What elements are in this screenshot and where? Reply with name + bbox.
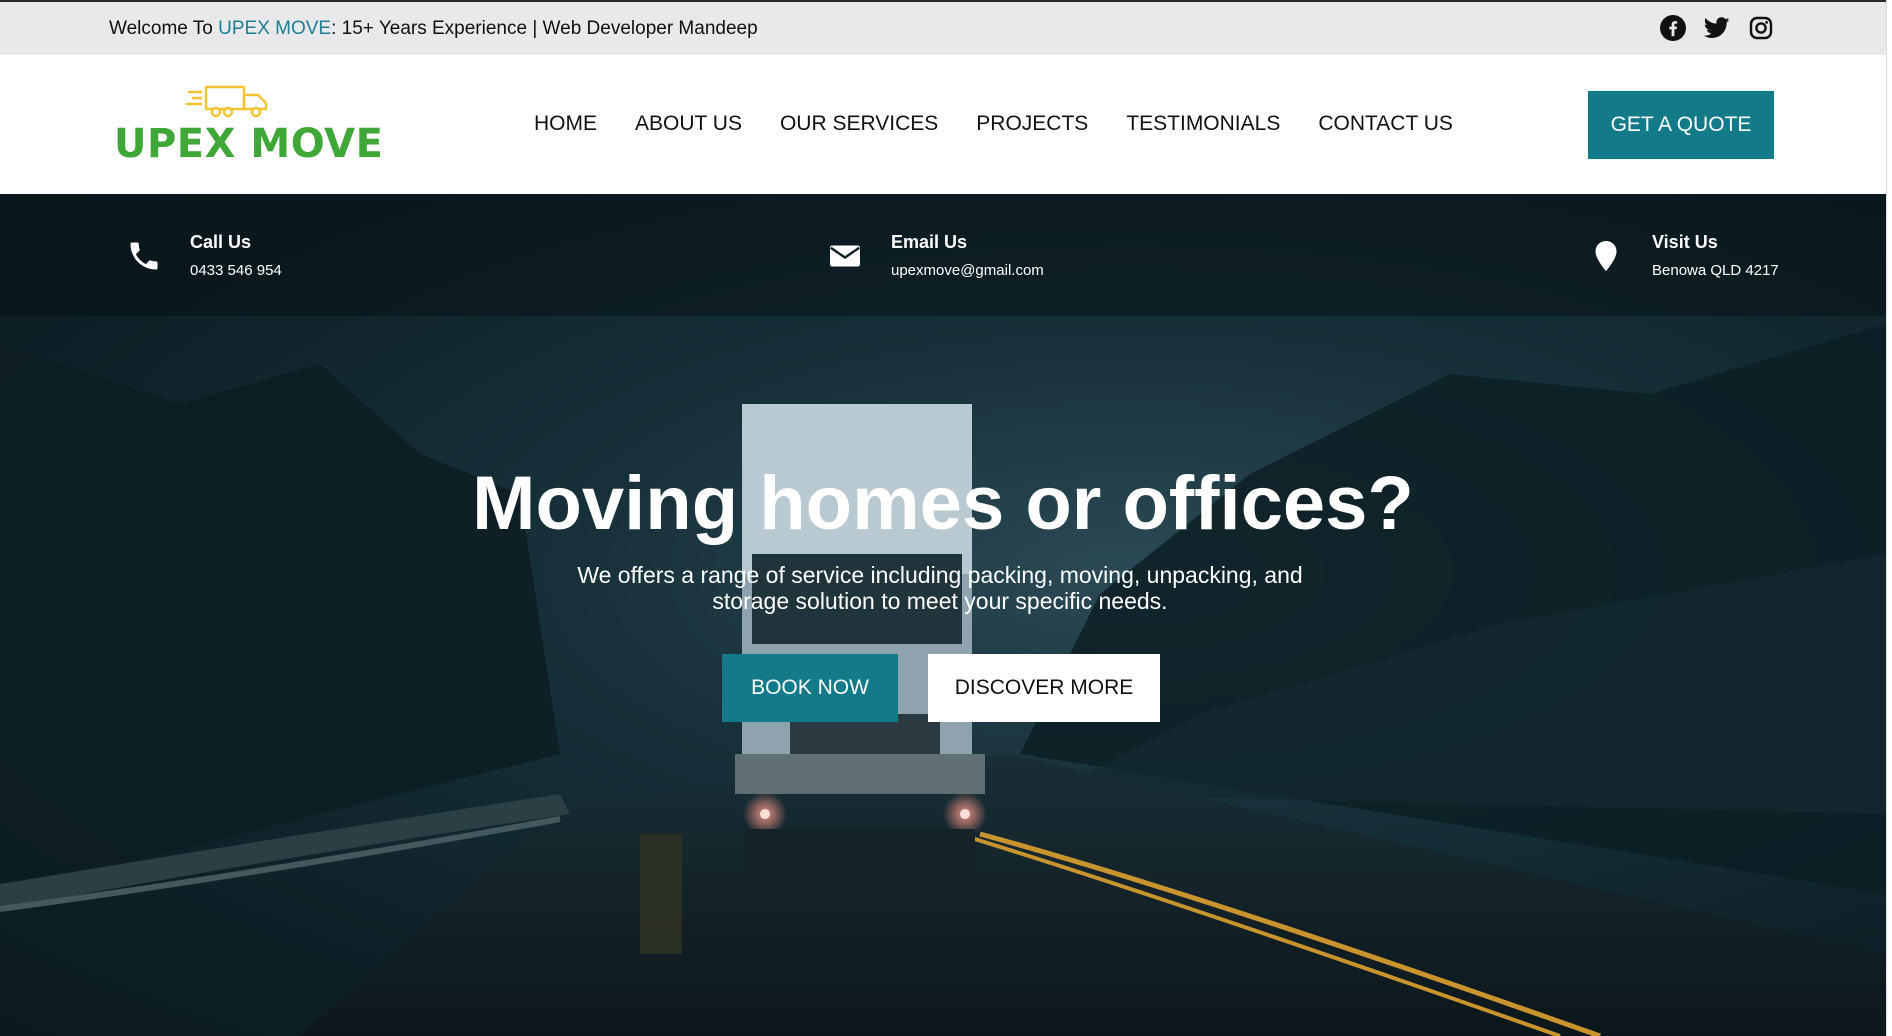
nav-home[interactable]: HOME [534,112,597,136]
call-us-phone: 0433 546 954 [190,262,282,279]
email-us-title: Email Us [891,232,968,252]
nav-testimonials[interactable]: TESTIMONIALS [1126,112,1280,136]
call-us-info[interactable]: Call Us 0433 546 954 [126,232,282,279]
welcome-suffix: : 15+ Years Experience | Web Developer M… [331,18,758,39]
page-scrollbar[interactable] [1886,0,1892,1036]
main-nav: HOME ABOUT US OUR SERVICES PROJECTS TEST… [534,112,1453,136]
nav-projects[interactable]: PROJECTS [976,112,1088,136]
social-links [1660,15,1774,41]
envelope-icon [830,245,860,267]
twitter-icon[interactable] [1704,15,1730,41]
hero-background-image [0,324,1886,1036]
book-now-button[interactable]: BOOK NOW [722,654,898,722]
visit-us-title: Visit Us [1652,232,1718,252]
nav-contact-us[interactable]: CONTACT US [1318,112,1453,136]
location-pin-icon [1595,241,1617,271]
hero-title: Moving homes or offices? [472,461,1414,546]
email-us-info[interactable]: Email Us upexmove@gmail.com [827,232,1044,279]
main-header: UPEX MOVE HOME ABOUT US OUR SERVICES PRO… [0,55,1886,194]
instagram-icon[interactable] [1748,15,1774,41]
nav-about-us[interactable]: ABOUT US [635,112,742,136]
get-a-quote-button[interactable]: GET A QUOTE [1588,91,1774,159]
facebook-icon[interactable] [1660,15,1686,41]
logo[interactable]: UPEX MOVE [114,83,383,173]
welcome-prefix: Welcome To [109,18,219,39]
email-us-address: upexmove@gmail.com [891,262,1044,279]
phone-icon [130,242,158,270]
truck-icon [186,85,268,118]
top-bar: Welcome To UPEX MOVE: 15+ Years Experien… [0,0,1886,55]
logo-text: UPEX MOVE [114,121,384,167]
nav-our-services[interactable]: OUR SERVICES [780,112,938,136]
welcome-text: Welcome To UPEX MOVE: 15+ Years Experien… [109,18,758,40]
visit-us-address: Benowa QLD 4217 [1652,262,1779,279]
hero-subtitle: We offers a range of service including p… [577,562,1303,614]
hero-section: Call Us 0433 546 954 Email Us upexmove@g… [0,194,1886,1036]
discover-more-button[interactable]: DISCOVER MORE [928,654,1160,722]
call-us-title: Call Us [190,232,252,252]
welcome-brand: UPEX MOVE [218,18,332,39]
visit-us-info[interactable]: Visit Us Benowa QLD 4217 [1588,232,1779,279]
